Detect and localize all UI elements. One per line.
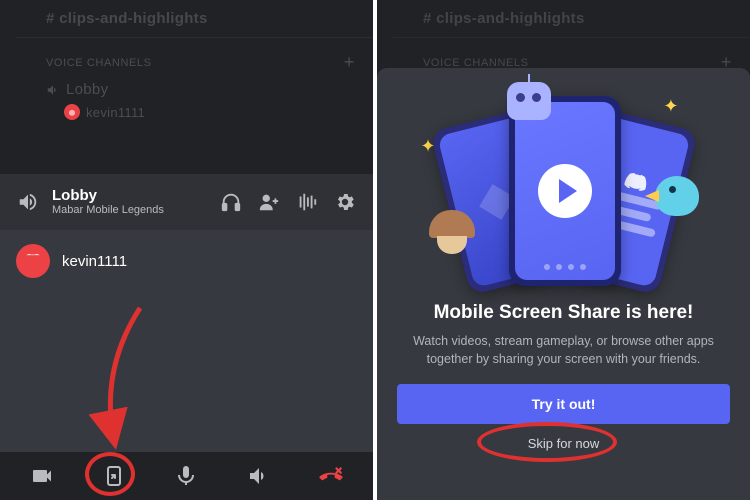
voice-member-row: kevin1111 xyxy=(46,98,357,124)
annotation-arrow xyxy=(70,300,170,460)
voice-channel-title: Lobby xyxy=(52,188,207,205)
screen-share-button[interactable] xyxy=(94,456,134,496)
voice-header: Lobby Mabar Mobile Legends xyxy=(0,174,373,230)
speaker-icon xyxy=(46,83,60,97)
deafen-speaker-button[interactable] xyxy=(239,456,279,496)
text-channel-row: # clips-and-highlights xyxy=(423,10,734,27)
voice-channel-name: Lobby xyxy=(66,81,108,98)
background-channel-list: # clips-and-highlights VOICE CHANNELS + … xyxy=(0,0,373,124)
promo-body: Watch videos, stream gameplay, or browse… xyxy=(409,332,719,368)
background-channel-list: # clips-and-highlights VOICE CHANNELS + xyxy=(377,0,750,75)
member-name-mini: kevin1111 xyxy=(86,105,145,120)
participant-avatar xyxy=(16,244,50,278)
phone-illustration-center xyxy=(509,96,621,286)
participant-name: kevin1111 xyxy=(62,253,127,270)
sparkle-icon: ✦ xyxy=(663,96,678,117)
text-channel-name: clips-and-highlights xyxy=(436,10,585,27)
participant-row[interactable]: kevin1111 xyxy=(0,230,373,292)
voice-section-label: VOICE CHANNELS xyxy=(423,57,529,69)
text-channel-row: # clips-and-highlights xyxy=(46,10,357,27)
voice-channels-section-header: VOICE CHANNELS + xyxy=(46,46,357,75)
screen-share-promo-sheet: ✦ ✦ ✦ xyxy=(377,68,750,500)
text-channel-name: clips-and-highlights xyxy=(59,10,208,27)
try-it-out-button[interactable]: Try it out! xyxy=(397,384,730,424)
voice-channel-row: Lobby xyxy=(46,75,357,98)
discord-logo-icon xyxy=(623,171,648,192)
skip-for-now-button[interactable]: Skip for now xyxy=(528,436,600,451)
voice-header-titles: Lobby Mabar Mobile Legends xyxy=(52,188,207,217)
camera-button[interactable] xyxy=(22,456,62,496)
voice-section-label: VOICE CHANNELS xyxy=(46,57,152,69)
noise-suppression-icon[interactable] xyxy=(293,188,321,216)
promo-title: Mobile Screen Share is here! xyxy=(434,302,694,324)
discord-logo-icon xyxy=(23,253,43,269)
bird-character-icon xyxy=(655,176,699,216)
speaker-output-icon[interactable] xyxy=(14,188,42,216)
invite-user-icon[interactable] xyxy=(255,188,283,216)
robot-character-icon xyxy=(507,82,551,120)
member-avatar-mini xyxy=(64,104,80,120)
mute-mic-button[interactable] xyxy=(166,456,206,496)
promo-illustration: ✦ ✦ ✦ xyxy=(409,90,719,290)
screenshot-left: # clips-and-highlights VOICE CHANNELS + … xyxy=(0,0,373,500)
headphones-icon[interactable] xyxy=(217,188,245,216)
screenshot-right: # clips-and-highlights VOICE CHANNELS + … xyxy=(377,0,750,500)
disconnect-button[interactable] xyxy=(311,456,351,496)
voice-bottom-bar xyxy=(0,452,373,500)
play-icon xyxy=(538,164,592,218)
voice-server-subtitle: Mabar Mobile Legends xyxy=(52,204,207,216)
add-channel-icon: + xyxy=(344,52,355,73)
settings-gear-icon[interactable] xyxy=(331,188,359,216)
participants-panel: kevin1111 xyxy=(0,230,373,452)
